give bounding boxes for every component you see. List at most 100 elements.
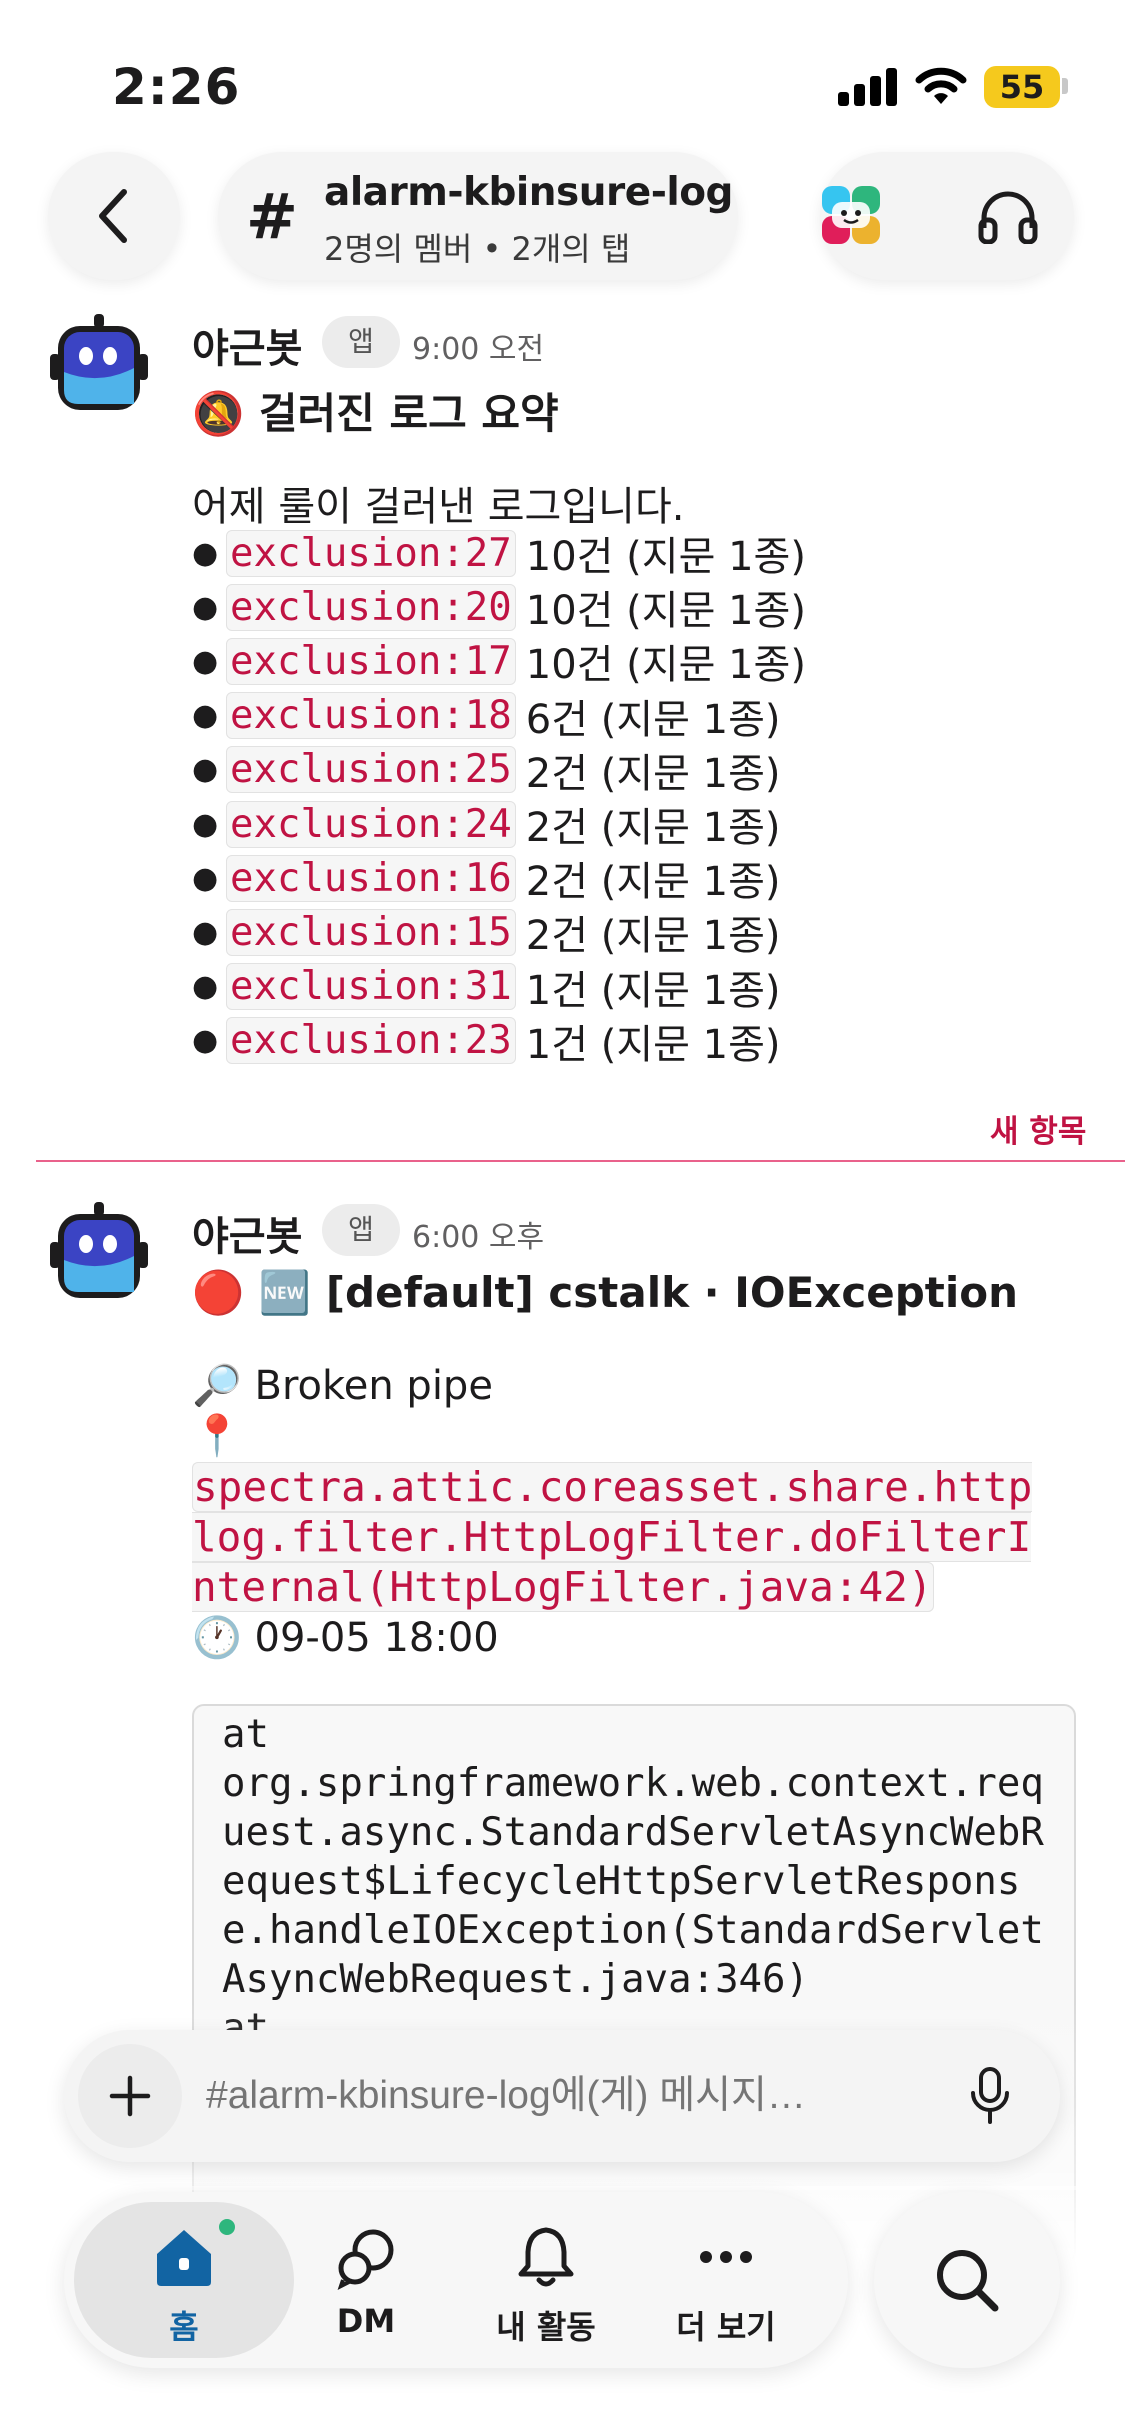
- exclusion-code: exclusion:23: [226, 1017, 516, 1065]
- channel-name: alarm-kbinsure-log: [324, 170, 733, 215]
- bot-avatar[interactable]: [44, 1200, 154, 1310]
- bullet-icon: ●: [192, 969, 219, 1005]
- tab-activity-label: 내 활동: [496, 2308, 596, 2346]
- bullet-icon: ●: [192, 1023, 219, 1059]
- exclusion-count: 1건 (지문 1종): [525, 1021, 781, 1068]
- exclusion-count: 2건 (지문 1종): [525, 859, 781, 906]
- message-input[interactable]: [206, 2064, 926, 2128]
- new-items-divider: [36, 1160, 1125, 1162]
- bullet-icon: ●: [192, 698, 219, 734]
- bullet-icon: ●: [192, 643, 219, 679]
- battery-indicator: 55: [984, 66, 1060, 108]
- exclusion-count: 2건 (지문 1종): [525, 750, 781, 797]
- error-text: Broken pipe: [254, 1363, 493, 1409]
- list-item: ● exclusion:16 2건 (지문 1종): [192, 851, 806, 905]
- tab-bar: 홈 DM 내 활동 더 보기: [64, 2192, 848, 2368]
- channel-subtitle: 2명의 멤버 • 2개의 탭: [324, 230, 631, 268]
- exclusion-count: 2건 (지문 1종): [525, 805, 781, 852]
- exclusion-code: exclusion:27: [226, 529, 516, 577]
- message-author[interactable]: 야근봇: [192, 1204, 302, 1262]
- headphones-icon[interactable]: [978, 188, 1038, 244]
- clock-emoji: 🕐: [192, 1615, 242, 1661]
- exclusion-count: 10건 (지문 1종): [525, 588, 806, 635]
- list-item: ● exclusion:24 2건 (지문 1종): [192, 797, 806, 851]
- bullet-icon: ●: [192, 535, 219, 571]
- message-composer: [64, 2030, 1060, 2162]
- channel-header[interactable]: # alarm-kbinsure-log 2명의 멤버 • 2개의 탭: [218, 152, 738, 280]
- exclusion-count: 2건 (지문 1종): [525, 913, 781, 960]
- list-item: ● exclusion:18 6건 (지문 1종): [192, 689, 806, 743]
- home-unread-dot: [216, 2216, 238, 2238]
- exclusion-count: 1건 (지문 1종): [525, 967, 781, 1014]
- message-author[interactable]: 야근봇: [192, 316, 302, 374]
- list-item: ● exclusion:25 2건 (지문 1종): [192, 743, 806, 797]
- plus-icon: [109, 2075, 151, 2117]
- search-icon: [937, 2250, 999, 2312]
- tab-dm-label: DM: [336, 2302, 396, 2340]
- tab-more-label: 더 보기: [676, 2308, 776, 2346]
- battery-tip: [1062, 78, 1068, 94]
- status-emojis: 🔴 🆕: [192, 1268, 312, 1317]
- dm-icon: [337, 2229, 394, 2290]
- bullet-icon: ●: [192, 752, 219, 788]
- pin-emoji: 📍: [192, 1413, 242, 1459]
- status-bar: 2:26 55: [0, 0, 1125, 150]
- list-item: ● exclusion:17 10건 (지문 1종): [192, 634, 806, 688]
- exclusion-code: exclusion:18: [226, 692, 516, 740]
- new-items-label: 새 항목: [990, 1114, 1087, 1150]
- bullet-icon: ●: [192, 806, 219, 842]
- message-title: 🔴 🆕 [default] cstalk · IOException: [192, 1268, 1018, 1318]
- error-location-code: spectra.attic.coreasset.share.httplog.fi…: [192, 1462, 1033, 1612]
- exclusion-count: 10건 (지문 1종): [525, 534, 806, 581]
- search-button[interactable]: [874, 2192, 1060, 2368]
- home-icon: [157, 2230, 211, 2286]
- tab-more[interactable]: 더 보기: [636, 2192, 816, 2368]
- attach-button[interactable]: [78, 2044, 182, 2148]
- tab-home-label: 홈: [169, 2308, 199, 2346]
- tab-activity[interactable]: 내 활동: [456, 2192, 636, 2368]
- exclusion-code: exclusion:15: [226, 908, 516, 956]
- back-icon: [99, 189, 127, 243]
- message-time[interactable]: 6:00 오후: [412, 1212, 544, 1256]
- cellular-signal-icon: [838, 66, 898, 106]
- list-item: ● exclusion:31 1건 (지문 1종): [192, 960, 806, 1014]
- app-badge: 앱: [322, 1204, 400, 1256]
- more-icon: [700, 2251, 752, 2263]
- exclusion-code: exclusion:20: [226, 583, 516, 631]
- app-badge: 앱: [322, 316, 400, 368]
- bullet-icon: ●: [192, 589, 219, 625]
- exclusion-code: exclusion:25: [226, 746, 516, 794]
- exclusion-code: exclusion:17: [226, 637, 516, 685]
- status-time: 2:26: [112, 58, 241, 116]
- timestamp-line: 🕐 09-05 18:00: [192, 1614, 499, 1661]
- error-location: spectra.attic.coreasset.share.httplog.fi…: [192, 1462, 1052, 1612]
- bullet-icon: ●: [192, 914, 219, 950]
- huddle-logo-icon[interactable]: [818, 182, 884, 248]
- exclusion-code: exclusion:24: [226, 800, 516, 848]
- list-item: ● exclusion:15 2건 (지문 1종): [192, 905, 806, 959]
- bell-icon: [518, 2227, 574, 2287]
- channel-hash-icon: #: [246, 180, 298, 253]
- tab-home[interactable]: 홈: [94, 2192, 274, 2368]
- microphone-icon[interactable]: [966, 2066, 1014, 2126]
- message-time[interactable]: 9:00 오전: [412, 324, 544, 368]
- exclusion-count: 6건 (지문 1종): [525, 696, 781, 743]
- tab-dm[interactable]: DM: [276, 2192, 456, 2368]
- back-button[interactable]: [48, 152, 180, 280]
- message-title-text: [default] cstalk · IOException: [325, 1268, 1019, 1317]
- list-item: ● exclusion:20 10건 (지문 1종): [192, 580, 806, 634]
- message-title: 🔕 걸러진 로그 요약: [192, 380, 559, 441]
- exclusion-code: exclusion:16: [226, 854, 516, 902]
- bell-muted-emoji: 🔕: [192, 389, 245, 438]
- exclusion-code: exclusion:31: [226, 963, 516, 1011]
- exclusion-list: ● exclusion:27 10건 (지문 1종) ● exclusion:20 10…: [192, 526, 806, 1068]
- wifi-icon: [915, 67, 967, 104]
- bot-avatar[interactable]: [44, 312, 154, 422]
- error-timestamp: 09-05 18:00: [254, 1615, 499, 1661]
- list-item: ● exclusion:23 1건 (지문 1종): [192, 1014, 806, 1068]
- list-item: ● exclusion:27 10건 (지문 1종): [192, 526, 806, 580]
- message-title-text: 걸러진 로그 요약: [258, 389, 559, 438]
- magnifier-emoji: 🔎: [192, 1363, 242, 1409]
- error-line: 🔎 Broken pipe: [192, 1362, 493, 1409]
- exclusion-count: 10건 (지문 1종): [525, 642, 806, 689]
